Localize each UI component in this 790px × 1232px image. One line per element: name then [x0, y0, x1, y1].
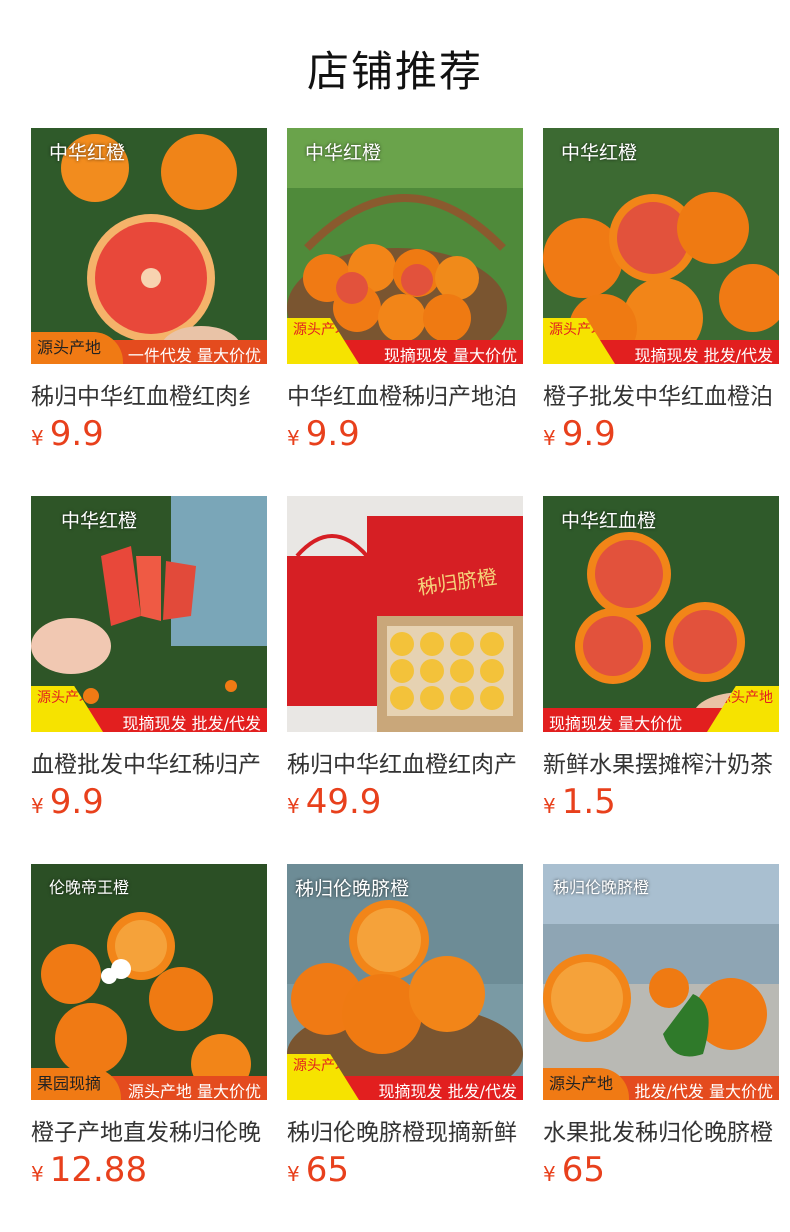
- product-title[interactable]: 血橙批发中华红秭归产: [31, 745, 267, 777]
- product-image[interactable]: 中华红血橙 现摘现发 量大价优 源头产地: [543, 496, 779, 732]
- currency-symbol: ¥: [287, 426, 300, 450]
- product-image[interactable]: 中华红橙 现摘现发 批发/代发 源头产地: [31, 496, 267, 732]
- price-value: 9.9: [49, 782, 104, 822]
- product-price: ¥9.9: [31, 414, 104, 458]
- product-price: ¥49.9: [287, 782, 381, 826]
- origin-badge: 源头产地: [31, 332, 123, 364]
- product-price: ¥65: [287, 1150, 349, 1194]
- currency-symbol: ¥: [31, 794, 44, 818]
- currency-symbol: ¥: [543, 426, 556, 450]
- product-title[interactable]: 中华红血橙秭归产地泊: [287, 377, 523, 409]
- origin-badge: 源头产地: [543, 1068, 629, 1100]
- product-image[interactable]: 秭归脐橙: [287, 496, 523, 732]
- product-image[interactable]: 中华红橙 现摘现发 批发/代发 源头产地: [543, 128, 779, 364]
- image-tag: 秭归伦晚脐橙: [295, 878, 410, 900]
- price-value: 9.9: [561, 414, 616, 454]
- price-value: 65: [561, 1150, 605, 1190]
- product-title[interactable]: 秭归伦晚脐橙现摘新鲜: [287, 1113, 523, 1145]
- product-price: ¥65: [543, 1150, 605, 1194]
- price-value: 65: [305, 1150, 349, 1190]
- product-price: ¥9.9: [543, 414, 616, 458]
- product-title[interactable]: 橙子批发中华红血橙泊: [543, 377, 779, 409]
- product-title[interactable]: 新鲜水果摆摊榨汁奶茶: [543, 745, 779, 777]
- currency-symbol: ¥: [287, 1162, 300, 1186]
- image-tag: 伦晚帝王橙: [49, 878, 130, 897]
- image-tag: 中华红橙: [305, 142, 382, 164]
- product-price: ¥1.5: [543, 782, 616, 826]
- currency-symbol: ¥: [31, 426, 44, 450]
- product-image[interactable]: 中华红橙 现摘现发 量大价优 源头产地: [287, 128, 523, 364]
- price-value: 9.9: [305, 414, 360, 454]
- product-price: ¥9.9: [31, 782, 104, 826]
- product-title[interactable]: 水果批发秭归伦晚脐橙: [543, 1113, 779, 1145]
- origin-badge: 果园现摘: [31, 1068, 121, 1100]
- currency-symbol: ¥: [543, 794, 556, 818]
- currency-symbol: ¥: [543, 1162, 556, 1186]
- product-price: ¥9.9: [287, 414, 360, 458]
- product-image[interactable]: 中华红橙 一件代发 量大价优 源头产地: [31, 128, 267, 364]
- image-tag: 中华红血橙: [561, 510, 657, 532]
- product-image[interactable]: 秭归伦晚脐橙 批发/代发 量大价优 源头产地: [543, 864, 779, 1100]
- product-title[interactable]: 橙子产地直发秭归伦晚: [31, 1113, 267, 1145]
- price-value: 49.9: [305, 782, 382, 822]
- image-tag: 中华红橙: [49, 142, 126, 164]
- currency-symbol: ¥: [31, 1162, 44, 1186]
- page-title: 店铺推荐: [306, 47, 483, 96]
- image-tag: 中华红橙: [61, 510, 138, 532]
- product-title[interactable]: 秭归中华红血橙红肉产: [287, 745, 523, 777]
- image-tag: 中华红橙: [561, 142, 638, 164]
- product-image[interactable]: 伦晚帝王橙 源头产地 量大价优 果园现摘: [31, 864, 267, 1100]
- product-price: ¥12.88: [31, 1150, 147, 1194]
- price-value: 1.5: [561, 782, 616, 822]
- image-tag: 秭归伦晚脐橙: [553, 878, 650, 897]
- price-value: 9.9: [49, 414, 104, 454]
- product-title[interactable]: 秭归中华红血橙红肉纟: [31, 377, 267, 409]
- product-image[interactable]: 秭归伦晚脐橙 现摘现发 批发/代发 源头产地: [287, 864, 523, 1100]
- currency-symbol: ¥: [287, 794, 300, 818]
- price-value: 12.88: [49, 1150, 148, 1190]
